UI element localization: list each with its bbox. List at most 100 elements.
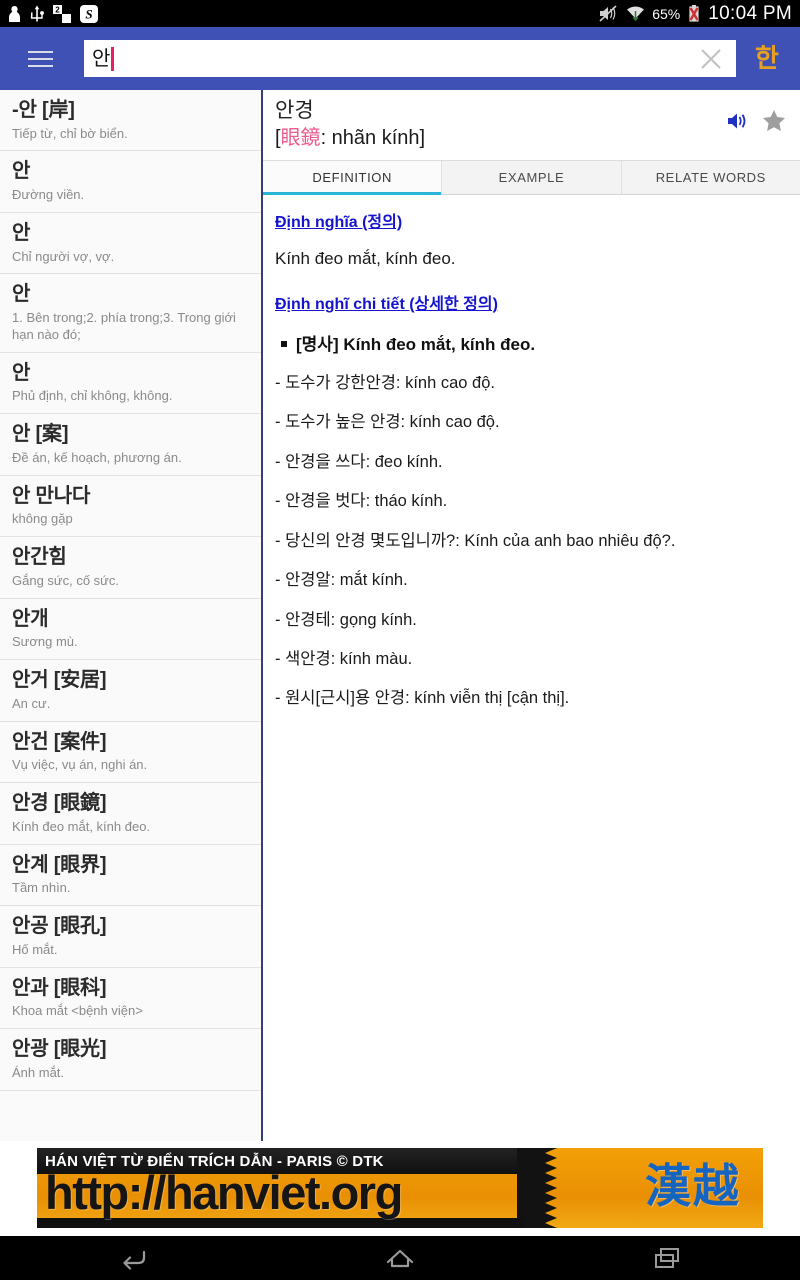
svg-text:S: S [85, 6, 92, 21]
battery-percent: 65% [652, 5, 681, 22]
list-item-gloss: Phủ định, chỉ không, không. [12, 388, 173, 404]
list-item-headword: 안 [案] [12, 423, 69, 446]
close-icon[interactable] [698, 46, 724, 72]
list-item-headword: 안간힘 [12, 546, 67, 569]
definition-short-text: Kính đeo mắt, kính đeo. [275, 249, 456, 268]
example-line: - 원시[근시]용 안경: kính viễn thị [cận thị]. [275, 689, 570, 708]
usb-icon [30, 5, 44, 23]
status-bar-left-icons: 2 S [8, 4, 98, 23]
hamburger-icon[interactable] [18, 37, 62, 81]
bullet-square-icon [281, 340, 287, 347]
list-item-headword: 안 [12, 160, 31, 183]
list-item[interactable]: 안 1. Bên trong;2. phía trong;3. Trong giớ… [0, 274, 261, 353]
list-item[interactable]: -안 [岸] Tiếp từ, chỉ bờ biển. [0, 90, 261, 152]
list-item-gloss: Gắng sức, cố sức. [12, 572, 119, 588]
sim2-icon: 2 [53, 4, 71, 23]
list-item[interactable]: 안 Chỉ người vợ, vợ. [0, 212, 261, 275]
list-item-headword: 안개 [12, 607, 49, 630]
example-line: - 도수가 강한안경: kính cao độ. [275, 373, 495, 392]
list-item-headword: 안계 [眼界] [12, 853, 107, 876]
list-item[interactable]: 안계 [眼界] Tầm nhìn. [0, 844, 261, 907]
list-item-headword: 안 [12, 283, 31, 306]
advertisement-banner[interactable]: HÁN VIỆT TỪ ĐIỂN TRÍCH DẪN - PARIS © DTK… [37, 1148, 763, 1228]
example-line: - 안경알: mắt kính. [275, 571, 408, 590]
speaker-icon[interactable] [727, 111, 749, 136]
banner-url: http://hanviet.org [45, 1166, 403, 1219]
recents-icon[interactable] [607, 1246, 727, 1270]
wifi-icon [626, 5, 645, 22]
tab-definition[interactable]: DEFINITION [263, 161, 443, 195]
example-line: - 안경을 벗다: tháo kính. [275, 492, 448, 511]
detail-header-actions [727, 109, 786, 137]
list-item-gloss: Khoa mắt <bệnh viện> [12, 1003, 143, 1019]
list-item-headword: 안 [12, 361, 31, 384]
list-item[interactable]: 안공 [眼孔] Hố mắt. [0, 906, 261, 968]
example-line: - 색안경: kính màu. [275, 650, 413, 668]
list-item-headword: 안 만나다 [12, 484, 91, 507]
list-item-gloss: Đường viền. [12, 187, 85, 203]
status-clock: 10:04 PM [708, 2, 792, 24]
list-item[interactable]: 안과 [眼科] Khoa mắt <bệnh viện> [0, 967, 261, 1030]
list-item[interactable]: 안 만나다 không gặp [0, 475, 261, 538]
detail-hanja: 眼鏡 [280, 127, 321, 150]
list-item-gloss: Tiếp từ, chỉ bờ biển. [12, 125, 128, 141]
list-item-gloss: 1. Bên trong;2. phía trong;3. Trong giới… [12, 310, 236, 342]
list-item-headword: 안건 [案件] [12, 730, 107, 753]
list-item-headword: 안광 [眼光] [12, 1038, 107, 1061]
list-item-headword: -안 [岸] [12, 99, 75, 121]
language-toggle-button[interactable]: 한 [746, 45, 788, 73]
app-root: 2 S 65% 10:04 PM 안 한 -안 [岸] Tiếp từ, chỉ… [0, 0, 800, 1280]
example-line: - 안경테: gọng kính. [275, 610, 417, 629]
main-content: -안 [岸] Tiếp từ, chỉ bờ biển. 안 Đường viền.… [0, 90, 800, 1141]
svg-text:2: 2 [55, 5, 60, 14]
example-line: - 안경을 쓰다: đeo kính. [275, 452, 443, 471]
android-navigation-bar [0, 1236, 800, 1280]
search-input[interactable]: 안 [84, 40, 736, 77]
list-item-gloss: Hố mắt. [12, 941, 58, 957]
detail-headword: 안경 [275, 99, 314, 122]
mute-icon [599, 5, 619, 22]
section-title-definition[interactable]: Định nghĩa (정의) [275, 208, 402, 232]
list-item-gloss: Chỉ người vợ, vợ. [12, 248, 115, 264]
list-item[interactable]: 안광 [眼光] Ánh mắt. [0, 1029, 261, 1091]
list-item-gloss: Sương mù. [12, 634, 78, 650]
list-item[interactable]: 안개 Sương mù. [0, 598, 261, 661]
detail-panel: 안경 [眼鏡: nhãn kính] DEFINITION EXAMPLE RE… [261, 90, 800, 1141]
tab-relate-words[interactable]: RELATE WORDS [622, 161, 800, 194]
list-item[interactable]: 안건 [案件] Vụ việc, vụ án, nghi án. [0, 721, 261, 784]
s-badge-icon: S [80, 4, 98, 23]
search-input-value: 안 [92, 47, 111, 70]
battery-low-icon [687, 4, 701, 23]
list-item[interactable]: 안 Phủ định, chỉ không, không. [0, 352, 261, 415]
home-icon[interactable] [340, 1246, 460, 1270]
tab-example[interactable]: EXAMPLE [442, 161, 622, 194]
banner-bottom-bar [37, 1218, 524, 1228]
app-bar: 안 한 [0, 27, 800, 90]
section-title-detailed-definition[interactable]: Định nghĩ chi tiết (상세한 정의) [275, 290, 498, 314]
detail-hanja-line: [眼鏡: nhãn kính] [275, 125, 786, 151]
list-item[interactable]: 안 Đường viền. [0, 151, 261, 213]
list-item-gloss: Ánh mắt. [12, 1064, 65, 1080]
detail-tabs[interactable]: DEFINITION EXAMPLE RELATE WORDS [263, 160, 800, 195]
list-item[interactable]: 안거 [安居] An cư. [0, 660, 261, 722]
list-item[interactable]: 안 [案] Đề án, kế hoạch, phương án. [0, 414, 261, 476]
person-icon [8, 5, 21, 23]
list-item-headword: 안공 [眼孔] [12, 915, 107, 938]
list-item[interactable]: 안경 [眼鏡] Kính đeo mắt, kính đeo. [0, 783, 261, 845]
detail-header: 안경 [眼鏡: nhãn kính] [263, 90, 800, 160]
list-item-gloss: Vụ việc, vụ án, nghi án. [12, 757, 148, 773]
back-icon[interactable] [73, 1246, 193, 1270]
detail-hanja-reading: : nhãn kính] [320, 127, 426, 150]
star-icon[interactable] [762, 109, 786, 137]
definition-body: Định nghĩa (정의) Kính đeo mắt, kính đeo. … [261, 195, 800, 1141]
banner-cjk-logo: 漢越 [645, 1160, 741, 1212]
word-list[interactable]: -안 [岸] Tiếp từ, chỉ bờ biển. 안 Đường viền.… [0, 90, 263, 1141]
list-item-gloss: Đề án, kế hoạch, phương án. [12, 449, 182, 465]
example-line: - 당신의 안경 몇도입니까?: Kính của anh bao nhiêu … [275, 531, 676, 550]
status-bar-right-icons: 65% 10:04 PM [599, 3, 792, 25]
list-item[interactable]: 안간힘 Gắng sức, cố sức. [0, 537, 261, 599]
list-item-gloss: không gặp [12, 511, 73, 527]
list-item-gloss: Tầm nhìn. [12, 880, 71, 896]
list-item-gloss: Kính đeo mắt, kính đeo. [12, 818, 151, 834]
list-item-headword: 안경 [眼鏡] [12, 792, 107, 815]
